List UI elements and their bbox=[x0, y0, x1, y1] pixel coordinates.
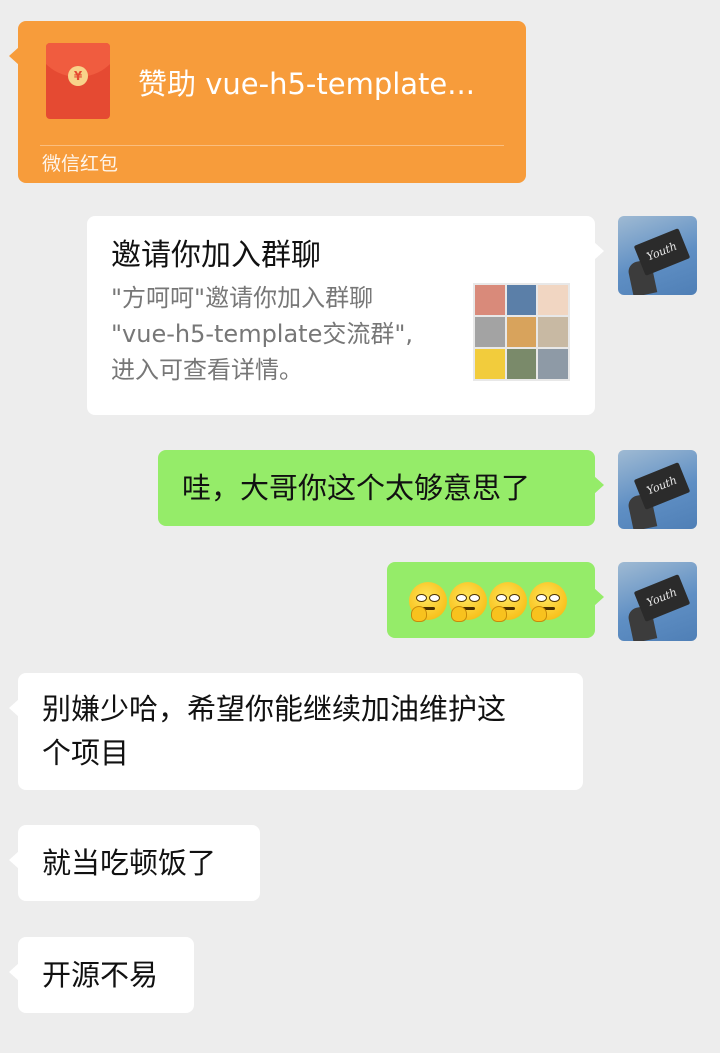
emoji-row bbox=[409, 582, 567, 622]
avatar-card-text: Youth bbox=[633, 228, 691, 276]
yuan-coin-icon: ¥ bbox=[68, 66, 88, 86]
group-invite-card[interactable]: 邀请你加入群聊 "方呵呵"邀请你加入群聊 "vue-h5-template交流群… bbox=[87, 216, 604, 415]
outgoing-message-emoji[interactable] bbox=[387, 562, 604, 638]
red-packet-title: 赞助 vue-h5-template... bbox=[138, 67, 475, 101]
group-avatar-grid bbox=[473, 283, 570, 381]
invite-description: "方呵呵"邀请你加入群聊 "vue-h5-template交流群", 进入可查看… bbox=[111, 280, 461, 388]
incoming-message-encourage[interactable]: 别嫌少哈，希望你能继续加油维护这 个项目 bbox=[9, 673, 583, 790]
invite-desc-line: "vue-h5-template交流群", bbox=[111, 320, 414, 348]
my-avatar[interactable]: Youth bbox=[618, 216, 697, 295]
message-text: 哇，大哥你这个太够意思了 bbox=[182, 471, 531, 505]
invite-title: 邀请你加入群聊 bbox=[111, 238, 321, 273]
my-avatar[interactable]: Youth bbox=[618, 562, 697, 641]
message-text-line: 个项目 bbox=[42, 736, 130, 770]
outgoing-message-thanks[interactable]: 哇，大哥你这个太够意思了 bbox=[158, 450, 604, 526]
avatar-card-text: Youth bbox=[633, 462, 691, 510]
red-envelope-icon: ¥ bbox=[46, 43, 110, 119]
message-text: 开源不易 bbox=[42, 958, 159, 992]
thinking-emoji-icon bbox=[489, 582, 527, 622]
invite-desc-line: 进入可查看详情。 bbox=[111, 356, 303, 384]
invite-desc-line: "方呵呵"邀请你加入群聊 bbox=[111, 284, 374, 312]
thinking-emoji-icon bbox=[529, 582, 567, 622]
my-avatar[interactable]: Youth bbox=[618, 450, 697, 529]
red-packet-divider bbox=[40, 145, 504, 146]
thinking-emoji-icon bbox=[449, 582, 487, 622]
incoming-message-hard[interactable]: 开源不易 bbox=[9, 937, 194, 1013]
red-packet-message[interactable]: ¥ 赞助 vue-h5-template... 微信红包 bbox=[9, 21, 526, 183]
red-packet-label: 微信红包 bbox=[42, 153, 119, 175]
thinking-emoji-icon bbox=[409, 582, 447, 622]
message-text: 就当吃顿饭了 bbox=[42, 846, 217, 880]
incoming-message-meal[interactable]: 就当吃顿饭了 bbox=[9, 825, 260, 901]
avatar-card-text: Youth bbox=[633, 574, 691, 622]
message-text-line: 别嫌少哈，希望你能继续加油维护这 bbox=[42, 692, 507, 726]
